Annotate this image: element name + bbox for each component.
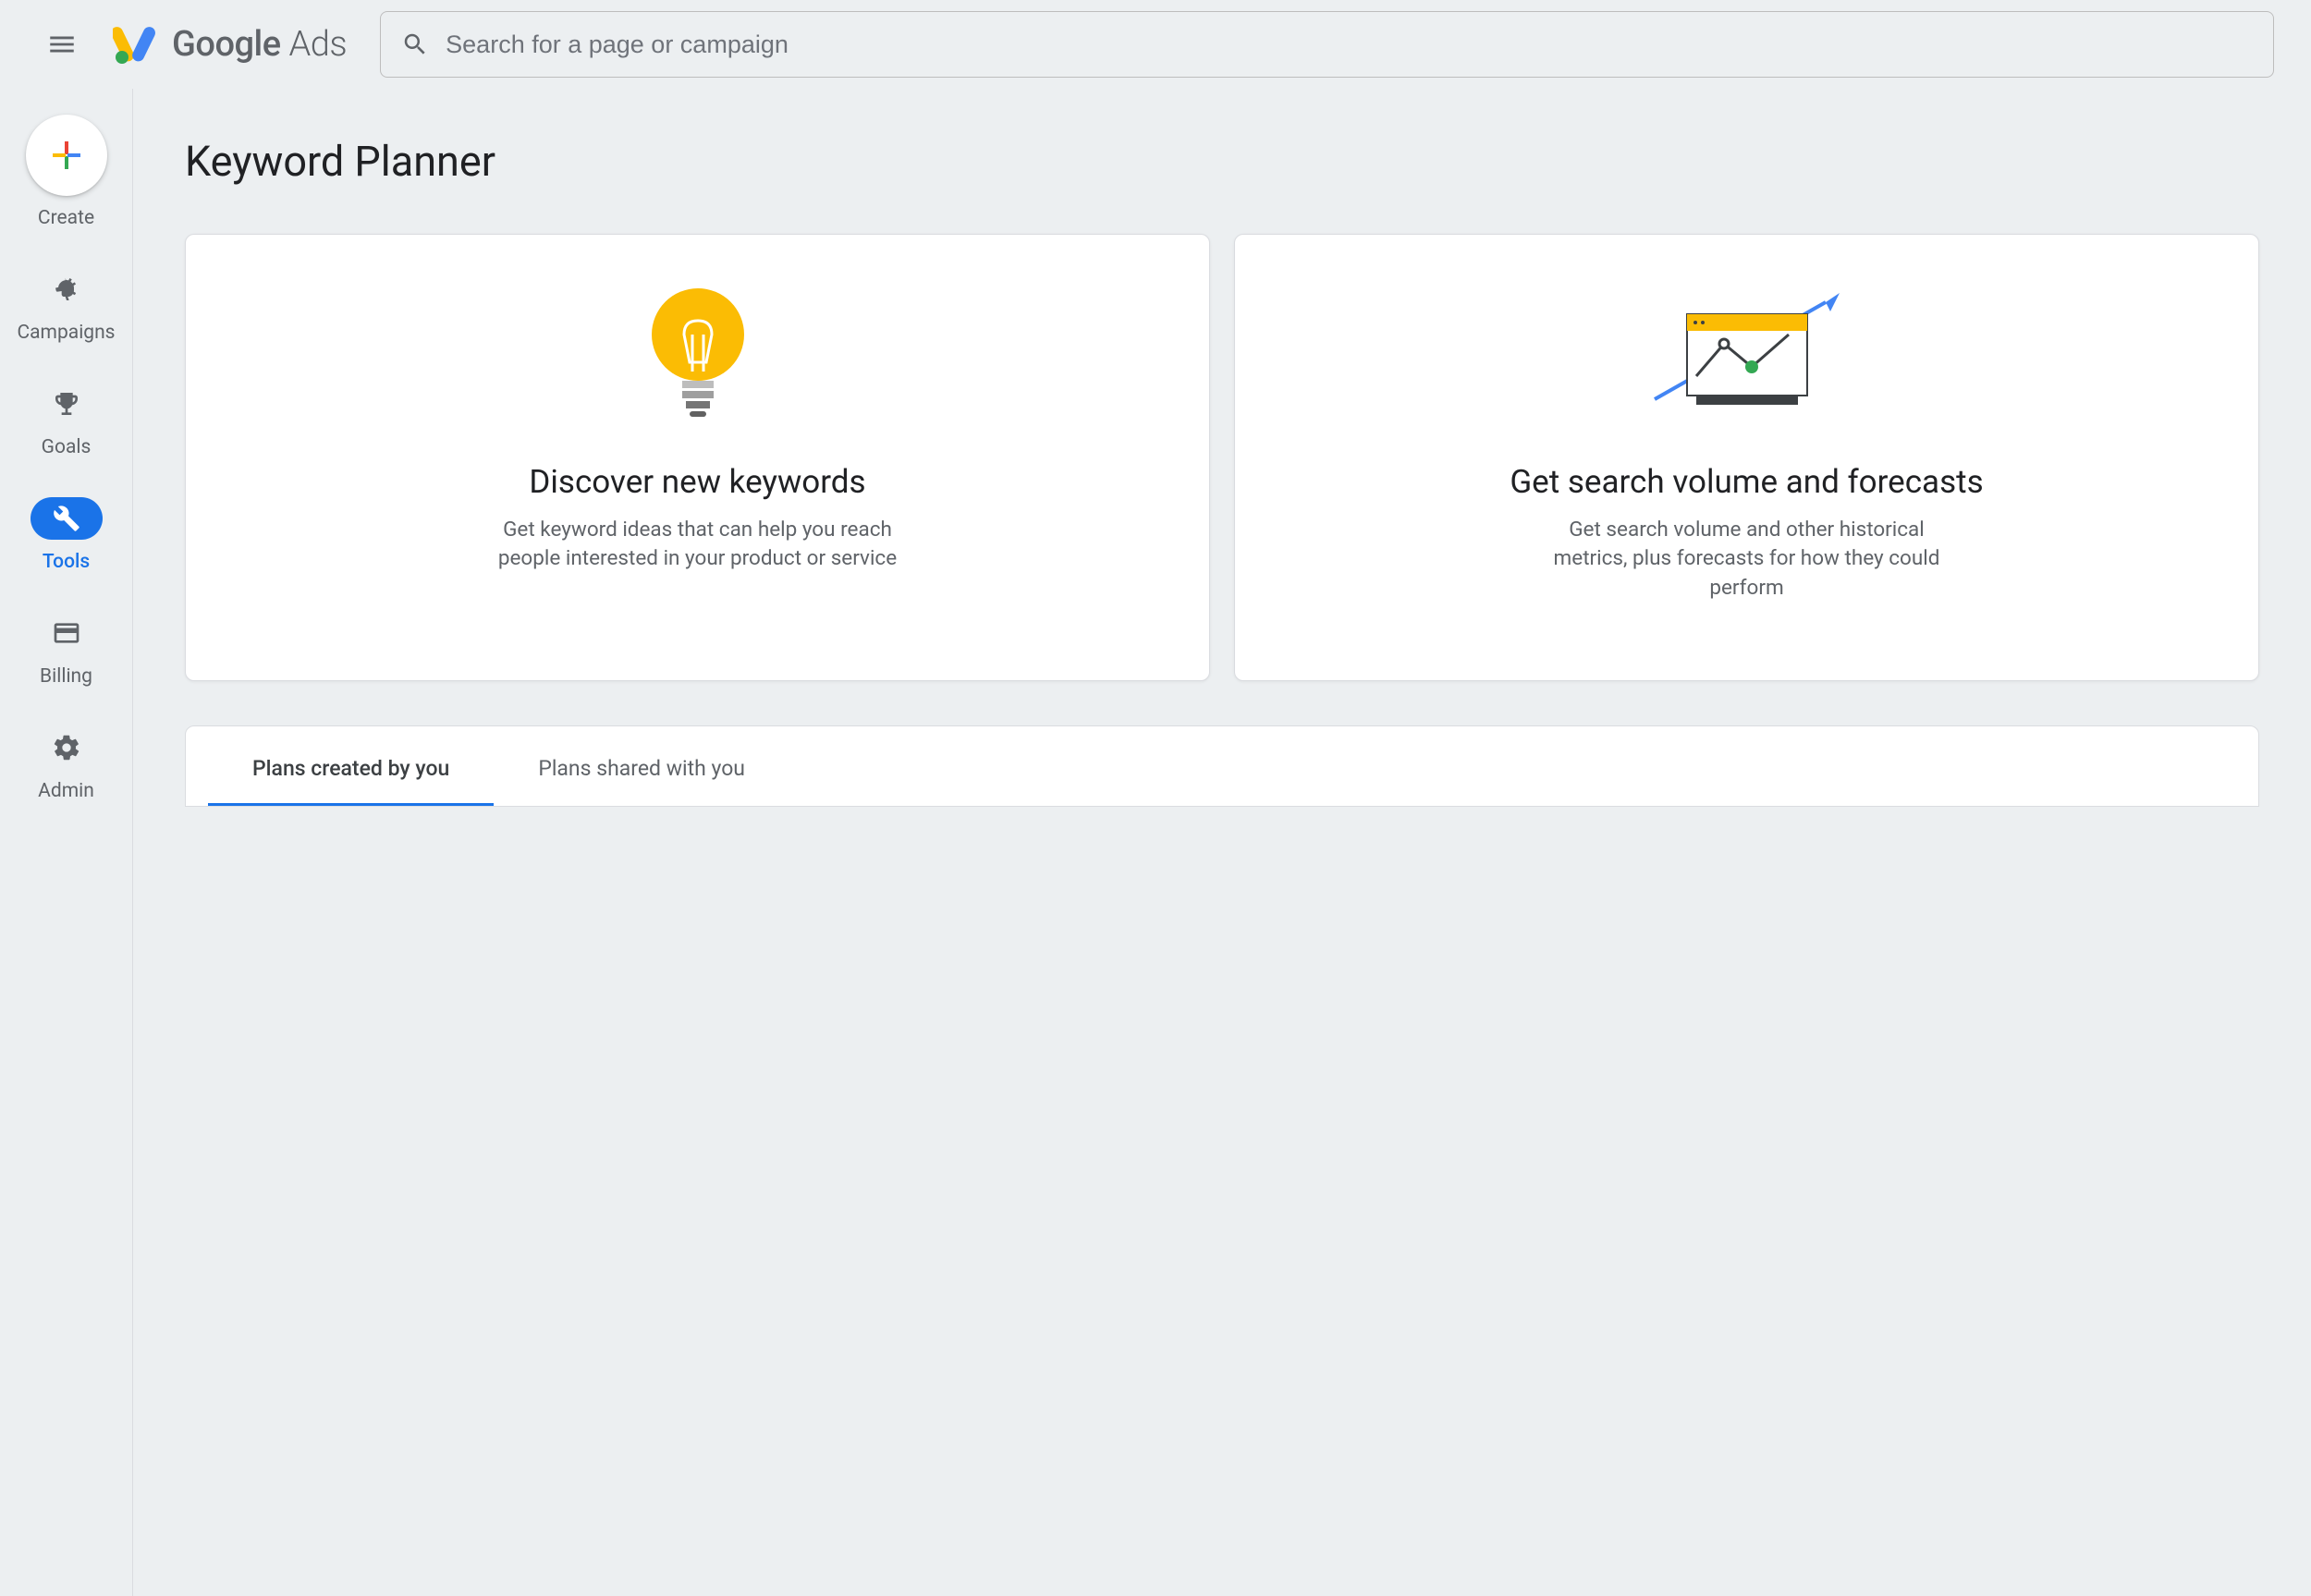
card-search-volume-forecasts[interactable]: Get search volume and forecasts Get sear… [1234, 234, 2259, 681]
sidebar-item-admin[interactable]: Admin [0, 726, 132, 802]
plus-icon [50, 139, 83, 172]
page-title: Keyword Planner [185, 137, 2259, 186]
logo-text-secondary: Ads [289, 24, 348, 65]
sidebar-item-campaigns[interactable]: Campaigns [0, 268, 132, 344]
sidebar-item-label: Tools [43, 551, 90, 573]
card-description: Get search volume and other historical m… [1544, 516, 1950, 603]
sidebar-item-label: Create [38, 207, 94, 229]
card-description: Get keyword ideas that can help you reac… [495, 516, 901, 574]
hamburger-icon [46, 29, 78, 60]
tab-plans-created[interactable]: Plans created by you [208, 734, 494, 806]
google-ads-logo-icon [113, 24, 157, 65]
sidebar-item-label: Goals [42, 436, 92, 458]
card-discover-keywords[interactable]: Discover new keywords Get keyword ideas … [185, 234, 1210, 681]
sidebar-item-label: Admin [38, 780, 94, 802]
chart-trend-icon [1645, 283, 1849, 423]
card-title: Get search volume and forecasts [1510, 462, 1983, 503]
sidebar-item-label: Campaigns [17, 322, 115, 344]
sidebar-item-tools[interactable]: Tools [0, 497, 132, 573]
product-logo[interactable]: Google Ads [113, 24, 347, 65]
megaphone-icon [52, 274, 81, 304]
plans-tabs: Plans created by you Plans shared with y… [186, 734, 2258, 806]
sidebar-item-billing[interactable]: Billing [0, 612, 132, 688]
search-box[interactable] [380, 11, 2274, 78]
search-icon [401, 30, 429, 58]
sidebar-item-create[interactable]: Create [0, 115, 132, 229]
main-content: Keyword Planner [133, 89, 2311, 1596]
create-button[interactable] [26, 115, 107, 196]
header: Google Ads [0, 0, 2311, 89]
search-input[interactable] [446, 30, 2253, 59]
option-cards: Discover new keywords Get keyword ideas … [185, 234, 2259, 681]
card-title: Discover new keywords [529, 462, 865, 503]
logo-text-primary: Google [172, 24, 281, 65]
plans-panel: Plans created by you Plans shared with y… [185, 725, 2259, 807]
tab-plans-shared[interactable]: Plans shared with you [494, 734, 789, 806]
sidebar: Create Campaigns Goals Tools [0, 89, 133, 1596]
product-name: Google Ads [172, 24, 347, 65]
trophy-icon [52, 389, 81, 419]
tools-icon [53, 505, 80, 532]
sidebar-item-goals[interactable]: Goals [0, 383, 132, 458]
lightbulb-icon [647, 283, 749, 423]
gear-icon [52, 733, 81, 762]
menu-button[interactable] [44, 27, 79, 62]
sidebar-item-label: Billing [40, 665, 92, 688]
credit-card-icon [52, 618, 81, 648]
